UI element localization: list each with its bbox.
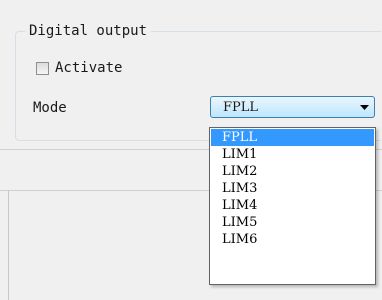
dropdown-option-lim4[interactable]: LIM4 <box>211 197 374 214</box>
dropdown-option-lim6[interactable]: LIM6 <box>211 231 374 248</box>
dropdown-option-fpll[interactable]: FPLL <box>211 129 374 146</box>
mode-label: Mode <box>33 100 67 116</box>
dropdown-option-lim5[interactable]: LIM5 <box>211 214 374 231</box>
digital-output-groupbox <box>15 31 381 141</box>
group-title: Digital output <box>25 21 152 41</box>
activate-checkbox-row[interactable]: Activate <box>36 58 122 78</box>
divider <box>8 191 9 300</box>
settings-panel: Digital output Activate Mode FPLL FPLL L… <box>0 0 382 300</box>
activate-label[interactable]: Activate <box>55 58 122 78</box>
mode-dropdown-list[interactable]: FPLL LIM1 LIM2 LIM3 LIM4 LIM5 LIM6 <box>209 127 376 285</box>
dropdown-option-lim2[interactable]: LIM2 <box>211 163 374 180</box>
activate-checkbox[interactable] <box>36 61 49 75</box>
dropdown-option-lim1[interactable]: LIM1 <box>211 146 374 163</box>
dropdown-option-lim3[interactable]: LIM3 <box>211 180 374 197</box>
mode-combobox[interactable]: FPLL <box>210 96 375 118</box>
chevron-down-icon[interactable] <box>354 104 374 110</box>
mode-combobox-value: FPLL <box>223 99 259 115</box>
